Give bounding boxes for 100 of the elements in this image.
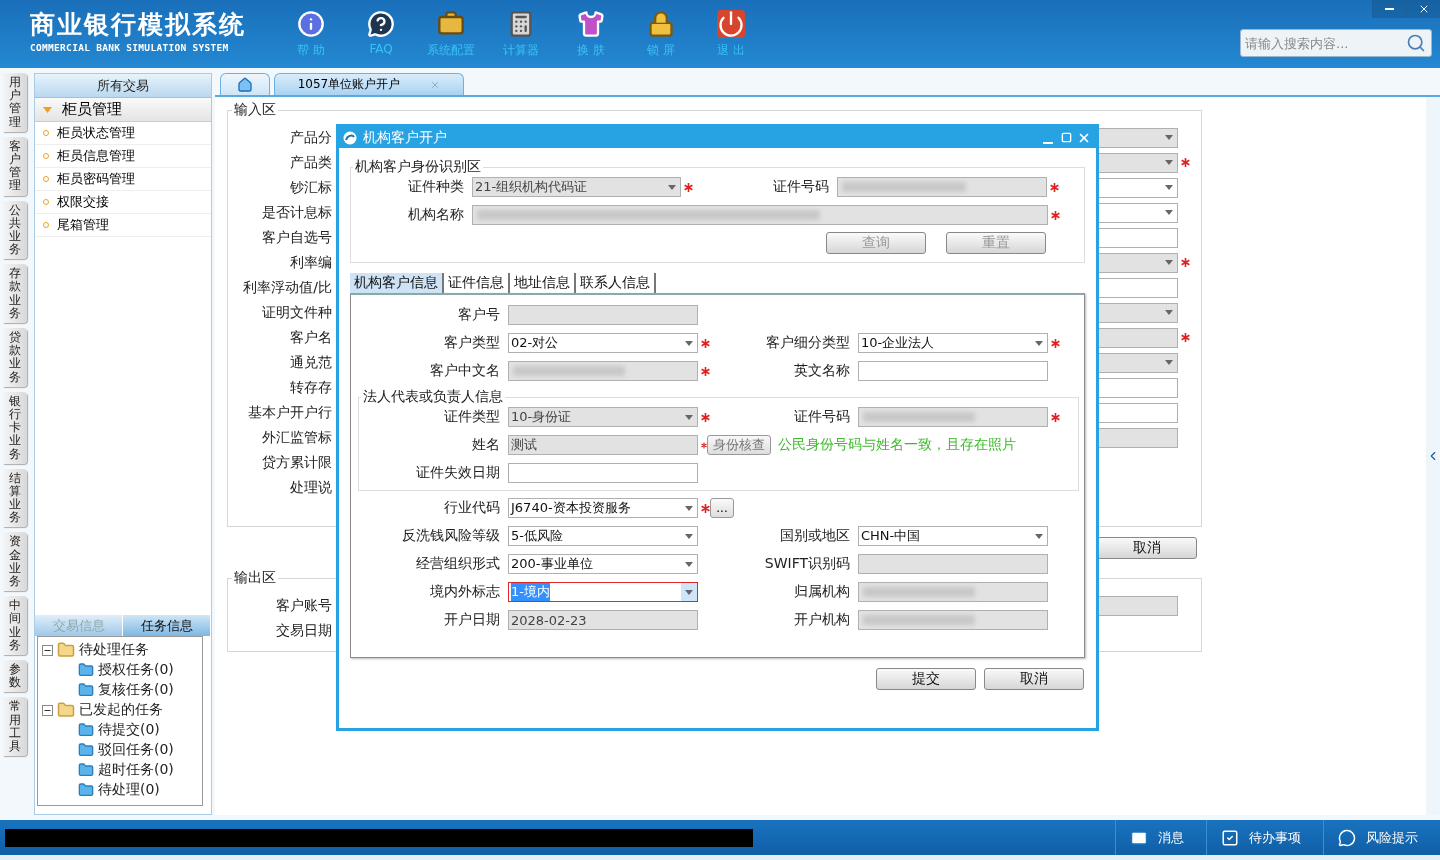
home-tab[interactable] (220, 73, 270, 95)
search-field[interactable]: 请输入搜索内容... (1240, 29, 1432, 57)
section-title: 法人代表或负责人信息 (362, 388, 504, 406)
field-label: 基本户开户行 (247, 403, 332, 422)
side-tab[interactable]: 资金业务 (3, 532, 27, 592)
field-label: 客户名 (289, 328, 332, 347)
field-label: 证件号码 (793, 408, 851, 426)
close-icon[interactable] (430, 79, 441, 90)
text-field[interactable] (508, 463, 698, 483)
side-tab[interactable]: 客户管理 (3, 136, 27, 196)
field-label: 处理说 (289, 478, 332, 497)
side-tab[interactable]: 银行卡业务 (3, 391, 27, 464)
minimize-button[interactable] (1372, 0, 1406, 18)
field-label: 机构名称 (407, 206, 465, 224)
caret-icon (1165, 185, 1173, 190)
field-label: 反洗钱风险等级 (401, 527, 501, 545)
field-label: SWIFT识别码 (763, 555, 851, 573)
dialog-title-bar: 机构客户开户 (339, 127, 1096, 148)
tree-item[interactable]: 驳回任务(0) (98, 741, 174, 759)
text-field[interactable] (1098, 377, 1178, 398)
text-field[interactable] (1098, 402, 1178, 423)
field-label: 贷方累计限 (261, 453, 332, 472)
submit-button[interactable]: 提交 (876, 668, 976, 690)
field-label: 利率编 (289, 253, 332, 272)
section-title: 机构客户身份识别区 (354, 158, 482, 176)
caret-icon (1165, 310, 1173, 315)
folder-icon (78, 682, 94, 698)
search-icon[interactable] (1406, 33, 1426, 53)
caret-icon (685, 533, 693, 539)
side-tab[interactable]: 用户管理 (3, 73, 27, 132)
form-tab[interactable]: 联系人信息 (576, 273, 656, 293)
tree-item[interactable]: 超时任务(0) (98, 761, 174, 779)
field-label: 开户机构 (793, 611, 851, 629)
dropdown-field[interactable]: 02-对公 (508, 333, 698, 353)
verification-message: 公民身份号码与姓名一致，且存在照片 (778, 436, 1016, 454)
shirt-icon (577, 10, 605, 38)
menu-group[interactable]: 柜员管理 (35, 98, 211, 122)
dropdown-field[interactable]: J6740-资本投资服务 (508, 498, 698, 518)
field-label: 客户细分类型 (765, 334, 851, 352)
tree-item[interactable]: 待处理(0) (98, 781, 160, 799)
form-tab[interactable]: 地址信息 (510, 273, 576, 293)
cancel-button[interactable]: 取消 (1097, 537, 1197, 559)
page-tab[interactable]: 1057单位账户开户 (274, 73, 464, 95)
dropdown-field[interactable] (1098, 202, 1178, 223)
side-tab[interactable]: 参数 (3, 659, 27, 693)
field-label: 国别或地区 (779, 527, 851, 545)
dropdown-field[interactable]: CHN-中国 (858, 526, 1048, 546)
field-label: 客户中文名 (429, 362, 501, 380)
dropdown-field[interactable] (1098, 177, 1178, 198)
field-label: 姓名 (471, 436, 501, 454)
tree-item[interactable]: 已发起的任务 (79, 701, 163, 719)
app-title: 商业银行模拟系统 (30, 10, 247, 40)
panel-tab[interactable]: 任务信息 (123, 615, 211, 636)
side-tab[interactable]: 中间业务 (3, 596, 27, 655)
side-tab[interactable]: 公共业务 (3, 200, 27, 260)
status-button[interactable]: 风险提示 (1323, 820, 1440, 855)
power-icon (717, 10, 745, 38)
app-subtitle: COMMERCIAL BANK SIMULATION SYSTEM (30, 42, 230, 53)
home-icon (237, 76, 253, 93)
checkbox-icon (1221, 828, 1239, 847)
toolbox-icon (437, 10, 465, 38)
collapse-icon[interactable] (42, 644, 53, 656)
side-tab[interactable]: 常用工具 (3, 697, 27, 757)
minimize-icon (1385, 8, 1394, 10)
form-tab[interactable]: 证件信息 (444, 273, 510, 293)
tree-item[interactable]: 待提交(0) (98, 721, 160, 739)
field-label: 证件号码 (772, 178, 830, 196)
status-button[interactable]: 待办事项 (1206, 820, 1323, 855)
tree-item[interactable]: 待处理任务 (79, 641, 149, 659)
dropdown-field[interactable]: 10-企业法人 (858, 333, 1048, 353)
field-label: 客户类型 (443, 334, 501, 352)
minimize-icon (1043, 141, 1053, 144)
field-label: 证件类型 (443, 408, 501, 426)
caret-icon (1165, 135, 1173, 140)
section-title: 输入区 (233, 101, 277, 119)
caret-icon (1165, 160, 1173, 165)
tree-item[interactable]: 复核任务(0) (98, 681, 174, 699)
dropdown-field[interactable]: 5-低风险 (508, 526, 698, 546)
caret-icon (1165, 210, 1173, 215)
text-field[interactable] (858, 361, 1048, 381)
side-tab[interactable]: 结算业务 (3, 468, 27, 528)
caret-icon (1165, 360, 1173, 365)
field-label: 转存存 (289, 378, 332, 397)
caret-icon (685, 505, 693, 511)
side-tab[interactable]: 贷款业务 (3, 328, 27, 387)
more-button[interactable]: ... (710, 498, 734, 518)
cancel-button[interactable]: 取消 (984, 668, 1084, 690)
field-label: 英文名称 (793, 362, 851, 380)
text-field[interactable] (1098, 227, 1178, 248)
form-tab[interactable]: 机构客户信息 (350, 273, 444, 293)
side-tab[interactable]: 存款业务 (3, 264, 27, 323)
status-button[interactable]: 消息 (1115, 820, 1206, 855)
caret-icon (685, 340, 693, 346)
info-icon (297, 10, 325, 38)
folder-icon (78, 762, 94, 778)
field-label: 证件种类 (407, 178, 465, 196)
collapse-icon[interactable] (42, 704, 53, 716)
tree-item[interactable]: 授权任务(0) (98, 661, 174, 679)
text-field[interactable] (1098, 277, 1178, 298)
field-label: 客户账号 (275, 596, 332, 615)
